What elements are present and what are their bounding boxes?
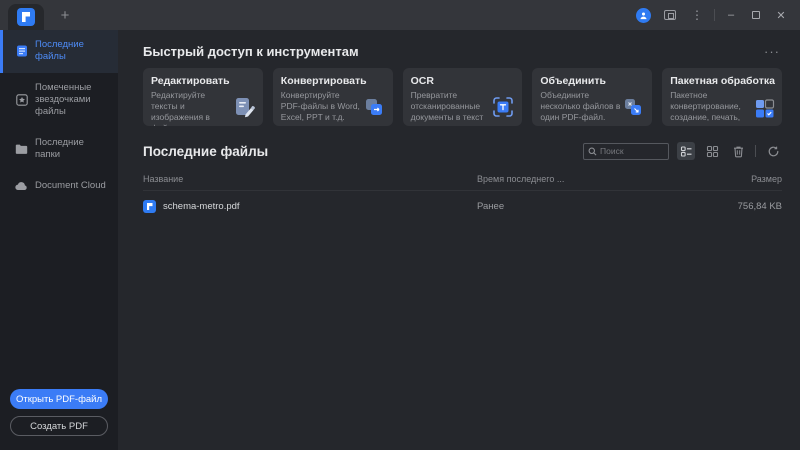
titlebar-separator [714, 9, 715, 21]
more-menu-button[interactable]: ⋮ [687, 5, 707, 25]
sidebar-item-label: Помеченные звездочками файлы [35, 82, 110, 119]
sidebar-item-label: Document Cloud [35, 180, 106, 192]
folder-icon [15, 143, 28, 156]
tool-card-title: Пакетная обработка [670, 75, 774, 87]
maximize-icon [752, 11, 760, 19]
quick-access-cards: Редактировать Редактируйте тексты и изоб… [143, 68, 782, 126]
refresh-icon [767, 145, 780, 158]
search-box[interactable] [583, 143, 669, 160]
tool-card-desc: Пакетное конвертирование, создание, печа… [670, 90, 751, 126]
star-icon [15, 94, 28, 107]
refresh-button[interactable] [764, 142, 782, 160]
delete-button[interactable] [729, 142, 747, 160]
sidebar: Последние файлы Помеченные звездочками ф… [0, 30, 118, 450]
tab-current-document[interactable] [8, 4, 44, 30]
quick-access-more-button[interactable]: ··· [762, 44, 782, 59]
open-pdf-button[interactable]: Открыть PDF-файл [10, 389, 108, 409]
search-icon [588, 147, 597, 156]
quick-access-title: Быстрый доступ к инструментам [143, 44, 359, 59]
grid-view-button[interactable] [703, 142, 721, 160]
table-header: Название Время последнего ... Размер [143, 174, 782, 191]
close-button[interactable]: ✕ [772, 6, 790, 24]
minimize-button[interactable]: – [722, 6, 740, 24]
new-tab-button[interactable]: + [54, 4, 76, 26]
trash-icon [732, 145, 745, 158]
sidebar-item-recent-files[interactable]: Последние файлы [0, 30, 118, 73]
column-header-size[interactable]: Размер [692, 174, 782, 184]
cloud-icon [15, 179, 28, 192]
grid-view-icon [706, 145, 719, 158]
titlebar: + ⋮ – ✕ [0, 0, 800, 30]
file-size: 756,84 KB [692, 201, 782, 212]
feedback-button[interactable] [660, 5, 680, 25]
tool-card-title: Объединить [540, 75, 644, 87]
feedback-icon [664, 10, 676, 20]
tool-card-ocr[interactable]: OCR Превратите отсканированные документы… [403, 68, 523, 126]
create-pdf-button[interactable]: Создать PDF [10, 416, 108, 436]
table-row[interactable]: schema-metro.pdf Ранее 756,84 KB [143, 191, 782, 222]
edit-document-icon [232, 95, 256, 119]
tool-card-batch[interactable]: Пакетная обработка Пакетное конвертирова… [662, 68, 782, 126]
pdf-file-icon [143, 200, 156, 213]
recent-files-title: Последние файлы [143, 144, 268, 159]
sidebar-item-label: Последние папки [35, 137, 110, 162]
sidebar-item-recent-folders[interactable]: Последние папки [0, 128, 118, 171]
file-time: Ранее [477, 201, 692, 212]
tool-card-title: Редактировать [151, 75, 255, 87]
account-avatar[interactable] [633, 5, 653, 25]
tool-card-desc: Превратите отсканированные документы в т… [411, 90, 492, 126]
tool-card-edit[interactable]: Редактировать Редактируйте тексты и изоб… [143, 68, 263, 126]
tool-card-title: OCR [411, 75, 515, 87]
column-header-time[interactable]: Время последнего ... [477, 174, 692, 184]
tool-card-desc: Редактируйте тексты и изображения в файл… [151, 90, 232, 126]
recent-file-icon [15, 45, 28, 58]
main-content: Быстрый доступ к инструментам ··· Редакт… [118, 30, 800, 450]
sidebar-item-label: Последние файлы [35, 39, 110, 64]
tool-card-desc: Объедините несколько файлов в один PDF-ф… [540, 90, 621, 123]
list-view-button[interactable] [677, 142, 695, 160]
search-input[interactable] [600, 146, 660, 156]
batch-process-icon [751, 95, 775, 119]
ocr-scan-icon [491, 95, 515, 119]
tool-card-title: Конвертировать [281, 75, 385, 87]
toolbar-separator [755, 145, 756, 157]
sidebar-item-starred-files[interactable]: Помеченные звездочками файлы [0, 73, 118, 128]
tool-card-convert[interactable]: Конвертировать Конвертируйте PDF-файлы в… [273, 68, 393, 126]
app-logo-icon [17, 8, 35, 26]
tool-card-merge[interactable]: Объединить Объедините несколько файлов в… [532, 68, 652, 126]
file-name: schema-metro.pdf [163, 201, 240, 212]
maximize-button[interactable] [747, 6, 765, 24]
user-avatar-icon [636, 8, 651, 23]
tool-card-desc: Конвертируйте PDF-файлы в Word, Excel, P… [281, 90, 362, 123]
sidebar-item-document-cloud[interactable]: Document Cloud [0, 170, 118, 201]
convert-icon [362, 95, 386, 119]
column-header-name[interactable]: Название [143, 174, 477, 184]
merge-icon [621, 95, 645, 119]
list-view-icon [680, 145, 693, 158]
